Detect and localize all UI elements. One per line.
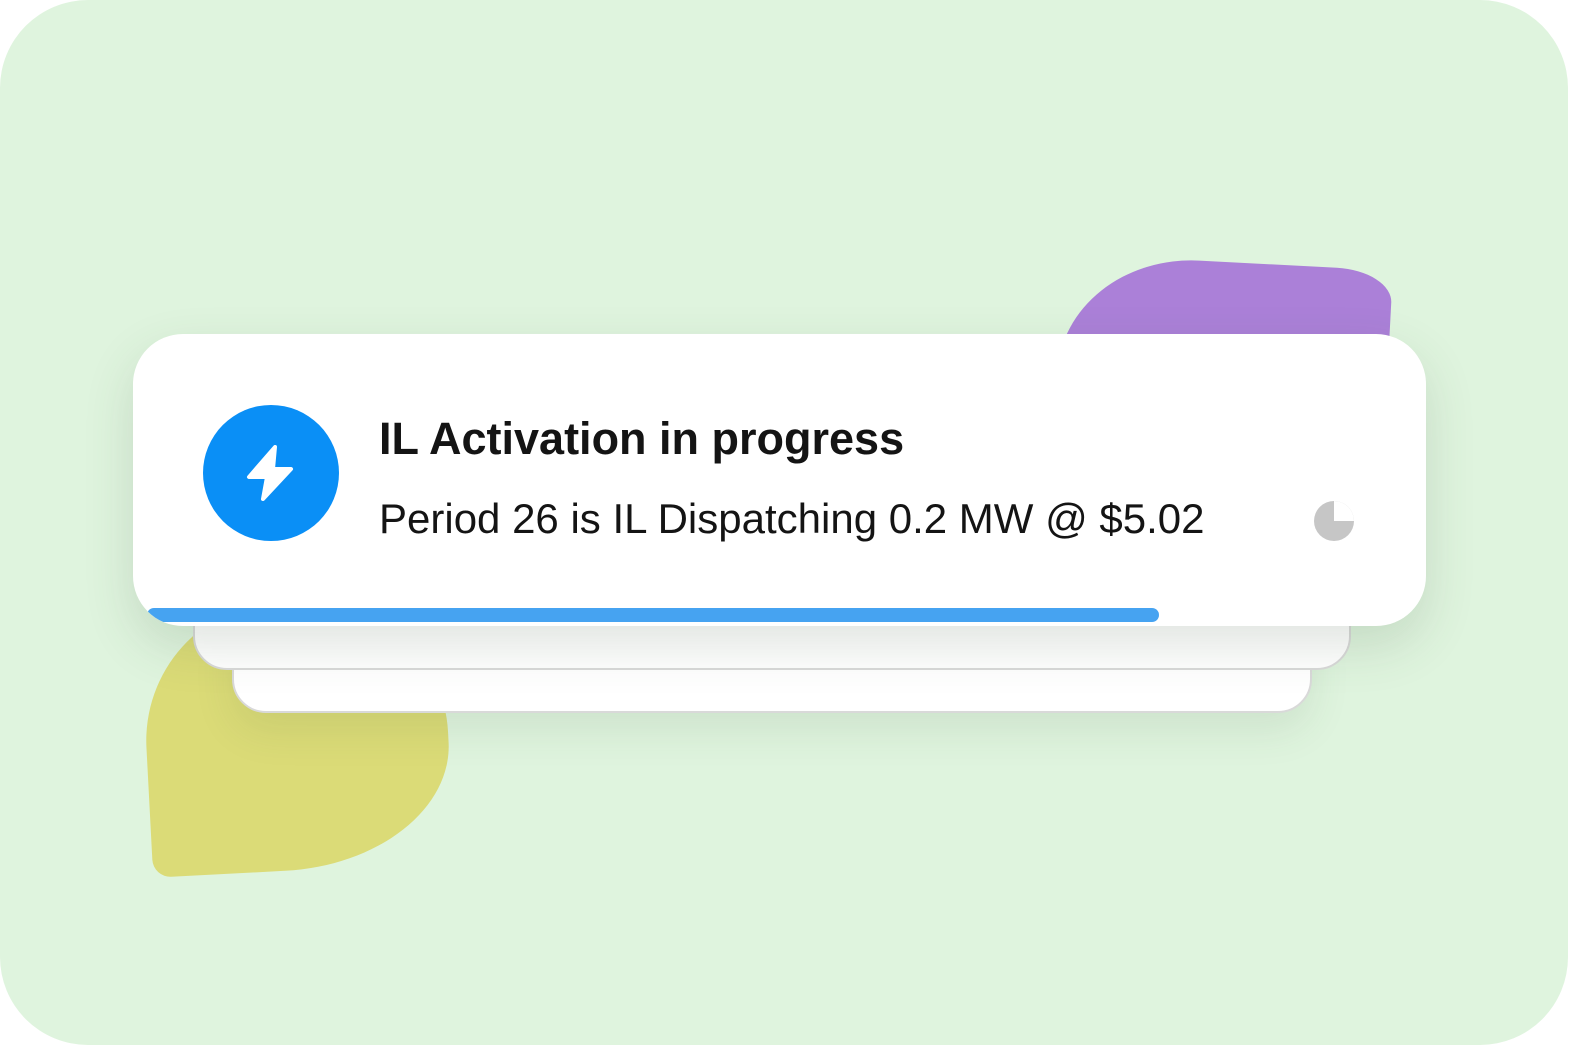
progress-bar-fill bbox=[147, 608, 1159, 622]
background-canvas: IL Activation in progress Period 26 is I… bbox=[0, 0, 1568, 1045]
countdown-timer-icon bbox=[1314, 501, 1354, 541]
notification-message: Period 26 is IL Dispatching 0.2 MW @ $5.… bbox=[379, 495, 1205, 542]
progress-bar bbox=[147, 608, 1159, 622]
lightning-bolt-icon bbox=[203, 405, 339, 541]
notification-title: IL Activation in progress bbox=[379, 413, 905, 464]
notification-toast[interactable]: IL Activation in progress Period 26 is I… bbox=[133, 334, 1426, 626]
